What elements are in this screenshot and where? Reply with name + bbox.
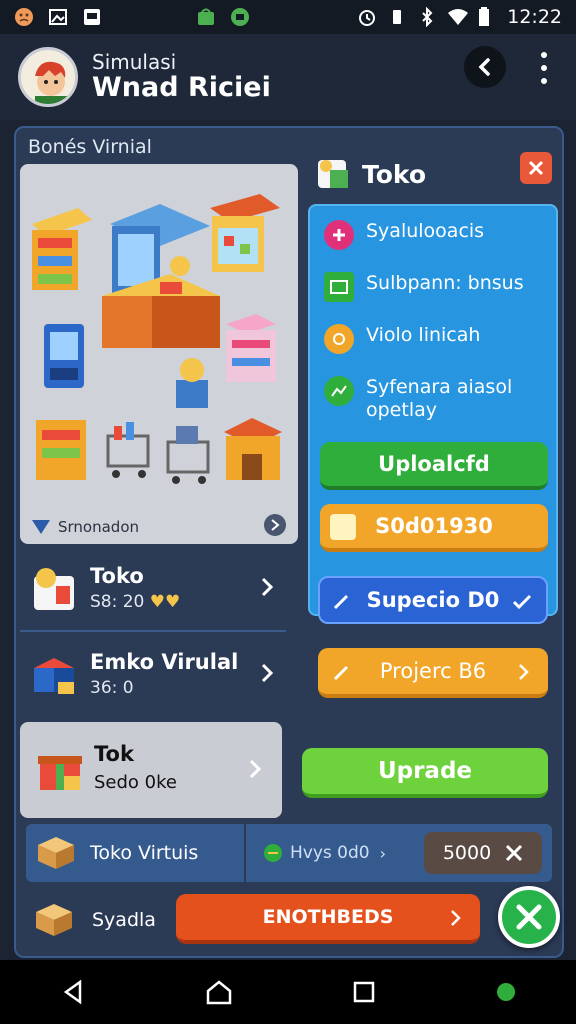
enothbeds-button[interactable]: ENOTHBEDS — [176, 894, 480, 944]
chevron-right-icon: › — [379, 843, 386, 863]
store-box-icon — [30, 650, 78, 698]
face-notification-icon — [14, 7, 34, 27]
chevron-left-icon — [478, 58, 490, 76]
row-name: Tok — [94, 742, 134, 766]
list-item-tok[interactable]: Tok Sedo 0ke — [20, 722, 282, 818]
app-title-line2: Wnad Riciei — [92, 72, 271, 104]
clock-time: 12:22 — [507, 6, 562, 28]
assistant-dot-icon[interactable] — [495, 981, 517, 1003]
chevron-right-icon — [519, 664, 529, 680]
package-icon — [36, 904, 72, 936]
list-item-emko-virulal[interactable]: Emko Virulal 36: 0 — [20, 634, 288, 714]
battery-icon — [477, 7, 497, 27]
close-icon — [516, 904, 542, 930]
bottom-strip-name: Toko Virtuis — [90, 842, 199, 864]
back-button[interactable] — [464, 46, 506, 88]
main-panel: Bonés Virnial Srnonadon Toko S8: 20 ♥♥ E… — [14, 126, 564, 958]
price-button[interactable]: S0d01930 — [320, 504, 548, 552]
option-4[interactable]: Syfenara aiasol opetlay — [324, 376, 512, 422]
status-bar: 12:22 — [0, 0, 576, 34]
wifi-icon — [447, 7, 469, 27]
navigation-bar — [0, 960, 576, 1024]
bottom-strip: Toko Virtuis Hvys 0d0 › 5000 — [26, 824, 552, 882]
chevron-right-icon — [249, 759, 262, 779]
chevron-right-icon — [451, 910, 461, 926]
option-label: Sulbpann: bnsus — [366, 272, 524, 294]
coin-icon — [324, 324, 354, 354]
chart-icon — [324, 376, 354, 406]
coins-icon: ♥♥ — [149, 592, 181, 612]
back-nav-icon[interactable] — [60, 979, 86, 1005]
app-title-line1: Simulasi — [92, 50, 177, 75]
recents-nav-icon[interactable] — [352, 980, 376, 1004]
option-3[interactable]: Violo linicah — [324, 324, 480, 354]
last-row: Syadla ENOTHBEDS — [26, 888, 552, 952]
scene-caption: Srnonadon — [58, 518, 140, 536]
package-icon — [38, 837, 74, 869]
option-label: Violo linicah — [366, 324, 481, 346]
close-icon — [528, 160, 544, 176]
image-notification-icon — [48, 7, 68, 27]
app-header: Simulasi Wnad Riciei — [0, 34, 576, 120]
close-fab-button[interactable] — [498, 886, 560, 948]
amount-pill[interactable]: 5000 — [424, 832, 542, 874]
list-item-toko[interactable]: Toko S8: 20 ♥♥ — [20, 548, 288, 628]
receipt-icon — [330, 514, 356, 540]
stats-icon — [324, 272, 354, 302]
row-name: Emko Virulal — [90, 650, 239, 674]
chevron-right-icon — [261, 663, 274, 683]
gift-box-icon — [36, 746, 84, 798]
shop-box-icon — [30, 564, 78, 612]
super-button[interactable]: Supecio D0 — [318, 576, 548, 624]
avatar[interactable] — [18, 47, 78, 107]
app-notification-icon — [82, 7, 102, 27]
shop-illustration — [32, 194, 282, 484]
shield-heart-icon — [32, 520, 50, 534]
option-label: Syalulooacis — [366, 220, 485, 242]
toko-virtuis-item[interactable]: Toko Virtuis — [36, 824, 198, 882]
syadla-label: Syadla — [92, 909, 156, 931]
stat-item: Hvys 0d0 › — [262, 824, 386, 882]
vibrate-icon — [387, 7, 407, 27]
chevron-right-icon — [261, 577, 274, 597]
leaf-icon — [264, 844, 282, 862]
close-button[interactable] — [520, 152, 552, 184]
amount-value: 5000 — [442, 842, 492, 864]
shop-scene-image[interactable]: Srnonadon — [20, 164, 298, 544]
home-nav-icon[interactable] — [205, 979, 233, 1005]
option-1[interactable]: Syalulooacis — [324, 220, 484, 250]
toko-header: Toko — [316, 146, 558, 202]
toko-title: Toko — [362, 159, 427, 189]
plus-icon — [324, 220, 354, 250]
pencil-icon — [333, 665, 349, 681]
toko-shop-icon — [318, 160, 348, 188]
row-sub: 36: 0 — [90, 678, 134, 698]
row-sub: Sedo 0ke — [94, 772, 177, 793]
close-icon — [506, 844, 523, 862]
panel-title: Bonés Virnial — [28, 136, 152, 158]
row-sub: S8: 20 ♥♥ — [90, 592, 181, 612]
row-name: Toko — [90, 564, 144, 588]
upgrade-button[interactable]: Uprade — [302, 748, 548, 798]
more-menu-button[interactable] — [530, 48, 558, 88]
alarm-icon — [357, 7, 377, 27]
stat-text: Hvys 0d0 — [290, 843, 370, 863]
syadla-item[interactable]: Syadla — [34, 900, 156, 940]
pencil-icon — [333, 594, 349, 610]
scene-next-button[interactable] — [264, 514, 286, 536]
option-2[interactable]: Sulbpann: bnsus — [324, 272, 524, 302]
toko-card: Syalulooacis Sulbpann: bnsus Violo linic… — [308, 204, 558, 616]
shop-notification-icon — [196, 7, 216, 27]
upload-button[interactable]: Uploalcfd — [320, 442, 548, 490]
check-icon — [512, 594, 532, 610]
chevron-right-icon — [271, 519, 280, 531]
project-button[interactable]: Projerc B6 — [318, 648, 548, 698]
bluetooth-icon — [417, 6, 437, 28]
option-label: Syfenara aiasol opetlay — [366, 376, 513, 421]
chat-notification-icon — [230, 7, 250, 27]
